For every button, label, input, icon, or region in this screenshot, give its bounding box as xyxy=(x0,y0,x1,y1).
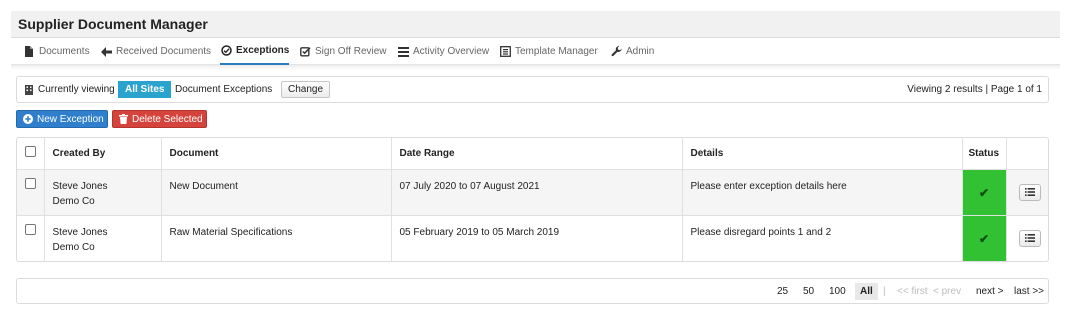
wrench-icon xyxy=(610,46,622,58)
new-exception-label: New Exception xyxy=(37,113,104,125)
building-icon xyxy=(25,84,33,95)
exceptions-table: Created By Document Date Range Details S… xyxy=(16,137,1049,262)
created-by-cell: Steve Jones Demo Co xyxy=(44,215,162,261)
tab-exceptions[interactable]: Exceptions xyxy=(220,38,290,65)
site-selector[interactable]: All Sites xyxy=(118,77,172,102)
column-header-document[interactable]: Document xyxy=(161,138,392,170)
pager-last[interactable]: last >> xyxy=(1014,279,1044,303)
pagination-bar: 25 50 100 All | << first < prev next > l… xyxy=(16,278,1049,304)
pager-next[interactable]: next > xyxy=(976,279,1004,303)
view-context-bar: Currently viewing All Sites Document Exc… xyxy=(16,76,1049,103)
status-cell: ✔ xyxy=(962,169,1007,216)
pager-prev: < prev xyxy=(933,285,962,297)
document-cell: Raw Material Specifications xyxy=(161,215,392,261)
page-size-all[interactable]: All xyxy=(855,283,878,300)
trash-icon xyxy=(119,114,128,124)
row-checkbox[interactable] xyxy=(24,223,36,235)
page-size-100[interactable]: 100 xyxy=(829,279,846,303)
list-icon xyxy=(397,46,409,58)
change-button[interactable]: Change xyxy=(281,81,331,98)
column-header-details[interactable]: Details xyxy=(682,138,963,170)
actions-cell xyxy=(1006,215,1048,261)
select-all-cell xyxy=(17,138,45,170)
site-badge: All Sites xyxy=(118,81,172,98)
currently-viewing-label: Currently viewing xyxy=(38,84,115,95)
table-row[interactable]: Steve Jones Demo Co New Document 07 July… xyxy=(17,169,1048,216)
circle-check-icon xyxy=(220,45,232,57)
currently-viewing: Currently viewing xyxy=(25,77,115,102)
row-select-cell xyxy=(17,169,45,216)
app-header: Supplier Document Manager xyxy=(11,11,1060,38)
date-range-cell: 05 February 2019 to 05 March 2019 xyxy=(391,215,683,261)
actions-cell xyxy=(1006,169,1048,216)
tab-documents[interactable]: Documents xyxy=(23,38,90,65)
created-by-cell: Steve Jones Demo Co xyxy=(44,169,162,216)
created-by-name: Steve Jones xyxy=(52,180,108,192)
tab-template-manager[interactable]: Template Manager xyxy=(499,38,598,65)
date-range-cell: 07 July 2020 to 07 August 2021 xyxy=(391,169,683,216)
select-all-checkbox[interactable] xyxy=(24,146,36,158)
change-wrapper: Change xyxy=(281,77,331,102)
plus-circle-icon xyxy=(23,114,33,124)
context-text: Document Exceptions xyxy=(175,84,273,95)
app-title: Supplier Document Manager xyxy=(18,16,208,32)
tab-admin[interactable]: Admin xyxy=(610,38,654,65)
tab-sign-off-review-label: Sign Off Review xyxy=(315,46,387,57)
table-row[interactable]: Steve Jones Demo Co Raw Material Specifi… xyxy=(17,215,1048,261)
main-nav: Documents Received Documents Exceptions … xyxy=(11,38,1060,65)
page-size-50[interactable]: 50 xyxy=(803,279,814,303)
list-icon xyxy=(1024,188,1035,196)
delete-selected-button[interactable]: Delete Selected xyxy=(112,110,207,128)
created-by-company: Demo Co xyxy=(52,241,95,253)
check-icon: ✔ xyxy=(978,232,990,246)
column-header-date-range[interactable]: Date Range xyxy=(391,138,683,170)
delete-selected-label: Delete Selected xyxy=(132,113,203,125)
page-size-25[interactable]: 25 xyxy=(777,279,788,303)
tab-admin-label: Admin xyxy=(626,46,655,57)
tab-template-manager-label: Template Manager xyxy=(515,46,598,57)
row-details-button[interactable] xyxy=(1018,183,1041,201)
details-cell: Please enter exception details here xyxy=(682,169,963,216)
tab-received-documents-label: Received Documents xyxy=(116,46,212,57)
template-icon xyxy=(499,46,511,58)
document-cell: New Document xyxy=(161,169,392,216)
column-header-created-by[interactable]: Created By xyxy=(44,138,162,170)
nav-divider xyxy=(11,65,1060,70)
tab-exceptions-label: Exceptions xyxy=(236,45,290,56)
row-details-button[interactable] xyxy=(1018,229,1041,247)
check-icon: ✔ xyxy=(978,186,990,200)
table-header-row: Created By Document Date Range Details S… xyxy=(17,138,1048,170)
new-exception-button[interactable]: New Exception xyxy=(16,110,108,128)
list-icon xyxy=(1024,234,1035,242)
column-header-actions xyxy=(1006,138,1048,170)
row-checkbox[interactable] xyxy=(24,177,36,189)
pager-separator: | xyxy=(883,285,886,297)
context-label: Document Exceptions xyxy=(175,77,272,102)
tab-documents-label: Documents xyxy=(39,46,90,57)
document-icon xyxy=(23,46,35,58)
status-cell: ✔ xyxy=(962,215,1007,261)
arrow-left-icon xyxy=(100,46,112,58)
created-by-company: Demo Co xyxy=(52,195,95,207)
tab-activity-overview-label: Activity Overview xyxy=(413,46,490,57)
column-header-status[interactable]: Status xyxy=(962,138,1007,170)
tab-activity-overview[interactable]: Activity Overview xyxy=(397,38,489,65)
results-text: Viewing 2 results | Page 1 of 1 xyxy=(907,84,1042,95)
pager-first: << first xyxy=(897,285,928,297)
row-select-cell xyxy=(17,215,45,261)
details-cell: Please disregard points 1 and 2 xyxy=(682,215,963,261)
tab-received-documents[interactable]: Received Documents xyxy=(100,38,211,65)
checkbox-edit-icon xyxy=(299,46,311,58)
tab-sign-off-review[interactable]: Sign Off Review xyxy=(299,38,387,65)
results-summary: Viewing 2 results | Page 1 of 1 xyxy=(907,77,1042,102)
created-by-name: Steve Jones xyxy=(52,226,108,238)
